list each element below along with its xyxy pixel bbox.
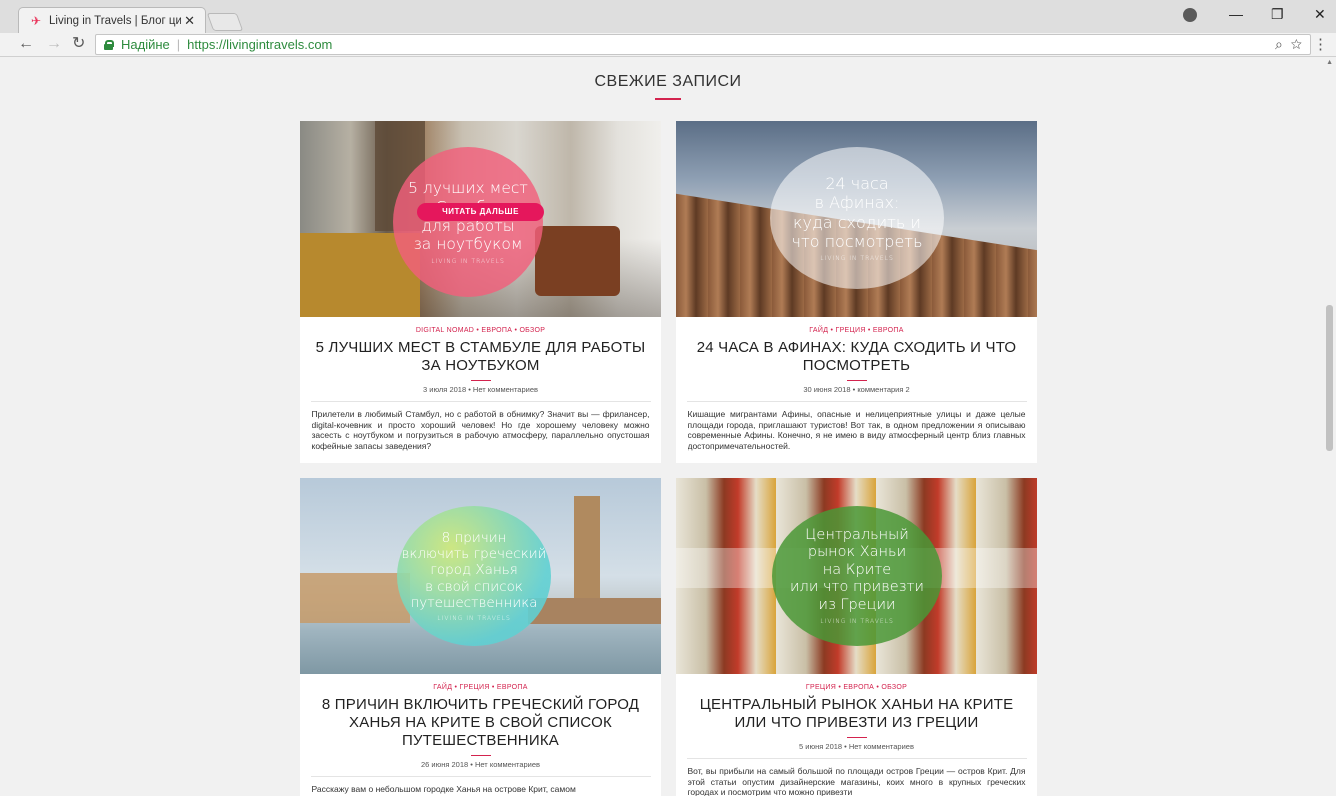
post-meta: 3 июля 2018 • Нет комментариев xyxy=(423,385,538,394)
circle-text: 24 часа в Афинах: куда сходить и что пос… xyxy=(791,174,923,251)
post-excerpt: Кишащие мигрантами Афины, опасные и нели… xyxy=(687,409,1026,451)
post-divider xyxy=(310,401,651,402)
tab-title: Living in Travels | Блог цифрового xyxy=(49,15,181,27)
restore-button[interactable]: ❐ xyxy=(1271,6,1284,23)
section-title: СВЕЖИЕ ЗАПИСИ xyxy=(594,73,742,90)
post-divider xyxy=(310,776,651,777)
post-image-circle: 8 причин включить греческий город Ханья … xyxy=(397,506,551,646)
post-categories[interactable]: ГАЙД • ГРЕЦИЯ • ЕВРОПА xyxy=(676,327,1037,334)
scrollbar-thumb[interactable] xyxy=(1326,305,1333,451)
post-title-underline xyxy=(470,380,491,381)
post-card-chania-market[interactable]: Центральный рынок Ханьи на Крите или что… xyxy=(676,478,1037,796)
new-tab-button[interactable] xyxy=(206,13,244,31)
address-bar[interactable]: Надійне | https://livingintravels.com ⌕ … xyxy=(95,34,1311,55)
post-excerpt: Вот, вы прибыли на самый большой по площ… xyxy=(687,766,1026,796)
circle-logo: LIVING IN TRAVELS xyxy=(437,614,511,622)
post-card-athens[interactable]: 24 часа в Афинах: куда сходить и что пос… xyxy=(676,121,1037,463)
page-scrollbar[interactable]: ▲ xyxy=(1323,57,1336,796)
post-title[interactable]: 5 ЛУЧШИХ МЕСТ В СТАМБУЛЕ ДЛЯ РАБОТЫ ЗА Н… xyxy=(316,339,646,375)
back-arrow-icon[interactable]: ← xyxy=(18,35,34,53)
post-body: ГАЙД • ГРЕЦИЯ • ЕВРОПА 24 ЧАСА В АФИНАХ:… xyxy=(676,317,1037,453)
section-title-underline xyxy=(655,98,681,100)
post-title[interactable]: 24 ЧАСА В АФИНАХ: КУДА СХОДИТЬ И ЧТО ПОС… xyxy=(692,339,1022,375)
browser-titlebar: ✈ Living in Travels | Блог цифрового ✕ —… xyxy=(0,0,1336,34)
lock-icon xyxy=(104,39,114,50)
browser-menu-icon[interactable]: ⋮ xyxy=(1313,35,1328,53)
browser-tab[interactable]: ✈ Living in Travels | Блог цифрового ✕ xyxy=(18,7,206,34)
forward-arrow-icon[interactable]: → xyxy=(46,35,62,53)
post-categories[interactable]: ГАЙД • ГРЕЦИЯ • ЕВРОПА xyxy=(300,684,661,691)
post-body: DIGITAL NOMAD • ЕВРОПА • ОБЗОР 5 ЛУЧШИХ … xyxy=(300,317,661,453)
post-excerpt: Прилетели в любимый Стамбул, но с работо… xyxy=(311,409,650,451)
page-content: СВЕЖИЕ ЗАПИСИ 5 лучших мест в Стамбуле д… xyxy=(0,57,1336,796)
post-meta: 26 июня 2018 • Нет комментариев xyxy=(420,760,541,769)
post-image-chania-market[interactable]: Центральный рынок Ханьи на Крите или что… xyxy=(676,478,1037,674)
pier-shape xyxy=(528,598,661,624)
post-title-underline xyxy=(470,755,491,756)
post-divider xyxy=(686,758,1027,759)
circle-text: 8 причин включить греческий город Ханья … xyxy=(401,530,547,611)
post-title[interactable]: 8 ПРИЧИН ВКЛЮЧИТЬ ГРЕЧЕСКИЙ ГОРОД ХАНЬЯ … xyxy=(316,696,646,750)
post-image-circle: 24 часа в Афинах: куда сходить и что пос… xyxy=(770,147,944,289)
post-body: ГАЙД • ГРЕЦИЯ • ЕВРОПА 8 ПРИЧИН ВКЛЮЧИТЬ… xyxy=(300,674,661,796)
scroll-up-arrow-icon[interactable]: ▲ xyxy=(1326,59,1333,66)
circle-logo: LIVING IN TRAVELS xyxy=(431,257,505,265)
post-title-underline xyxy=(846,380,867,381)
post-image-athens[interactable]: 24 часа в Афинах: куда сходить и что пос… xyxy=(676,121,1037,317)
post-meta: 5 июня 2018 • Нет комментариев xyxy=(799,742,914,751)
minimize-button[interactable]: — xyxy=(1229,6,1243,22)
post-card-chania[interactable]: 8 причин включить греческий город Ханья … xyxy=(300,478,661,796)
post-image-circle: Центральный рынок Ханьи на Крите или что… xyxy=(772,506,942,646)
post-title[interactable]: ЦЕНТРАЛЬНЫЙ РЫНОК ХАНЬИ НА КРИТЕ ИЛИ ЧТО… xyxy=(692,696,1022,732)
post-card-istanbul[interactable]: 5 лучших мест в Стамбуле для работы за н… xyxy=(300,121,661,463)
post-image-chania[interactable]: 8 причин включить греческий город Ханья … xyxy=(300,478,661,674)
zoom-and-bookmark-icons[interactable]: ⌕ ☆ xyxy=(1275,36,1302,53)
circle-logo: LIVING IN TRAVELS xyxy=(820,254,894,262)
tab-close-icon[interactable]: ✕ xyxy=(184,13,195,29)
omnibox-separator: | xyxy=(176,37,181,52)
url-text: https://livingintravels.com xyxy=(187,37,333,52)
brown-chair-shape xyxy=(535,226,620,296)
circle-text: Центральный рынок Ханьи на Крите или что… xyxy=(790,527,924,613)
post-body: ГРЕЦИЯ • ЕВРОПА • ОБЗОР ЦЕНТРАЛЬНЫЙ РЫНО… xyxy=(676,674,1037,796)
post-divider xyxy=(686,401,1027,402)
site-favicon-icon: ✈ xyxy=(31,14,42,28)
close-window-button[interactable]: ✕ xyxy=(1314,6,1326,23)
circle-logo: LIVING IN TRAVELS xyxy=(820,617,894,625)
harbor-buildings-shape xyxy=(300,573,410,623)
read-more-button[interactable]: ЧИТАТЬ ДАЛЬШЕ xyxy=(417,203,544,221)
reload-icon[interactable]: ↻ xyxy=(72,35,85,53)
browser-toolbar: ← → ↻ Надійне | https://livingintravels.… xyxy=(0,33,1336,57)
post-excerpt: Расскажу вам о небольшом городке Ханья н… xyxy=(311,784,576,794)
post-image-circle: 5 лучших мест в Стамбуле для работы за н… xyxy=(393,147,543,297)
post-meta: 30 июня 2018 • комментария 2 xyxy=(803,385,910,394)
post-categories[interactable]: DIGITAL NOMAD • ЕВРОПА • ОБЗОР xyxy=(300,327,661,334)
post-image-istanbul[interactable]: 5 лучших мест в Стамбуле для работы за н… xyxy=(300,121,661,317)
secure-label: Надійне xyxy=(121,37,170,52)
post-title-underline xyxy=(846,737,867,738)
profile-avatar-icon[interactable] xyxy=(1183,8,1197,22)
post-categories[interactable]: ГРЕЦИЯ • ЕВРОПА • ОБЗОР xyxy=(676,684,1037,691)
